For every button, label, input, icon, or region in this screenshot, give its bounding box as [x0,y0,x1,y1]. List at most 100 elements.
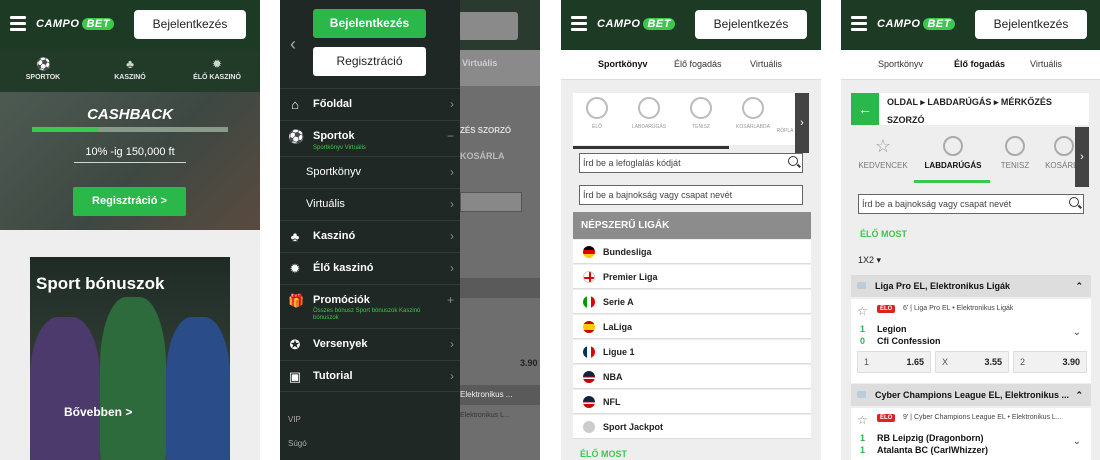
menu-item-home[interactable]: ⌂ Főoldal › [280,88,460,120]
category-favorites[interactable]: ☆ KEDVENCEK [853,136,913,170]
menu-item-promotions[interactable]: 🎁 Promóciók Összes bónusz Sport bónuszok… [280,284,460,328]
carousel-scroll [573,146,729,149]
basketball-icon [742,97,764,119]
header: CAMPO BET Bejelentkezés [0,0,260,50]
tab-elo-kaszino[interactable]: ✹ ÉLŐ KASZINÓ [174,50,260,92]
menu-item-tournaments[interactable]: ✪ Versenyek › [280,328,460,360]
odd-home[interactable]: 1 1.65 [857,351,931,373]
menu-item-sports[interactable]: ⚽ Sportok Sportkönyv Virtuális − [280,120,460,156]
athlete-image [100,297,166,460]
tab-elo-fogadas[interactable]: Élő fogadás [674,59,722,69]
league-ligue1[interactable]: Ligue 1 [573,340,811,364]
category-tennis[interactable]: TENISZ [985,136,1045,170]
register-button[interactable]: Regisztráció > [73,187,186,216]
hamburger-menu-icon[interactable] [10,16,26,31]
chevron-right-icon[interactable]: › [1075,127,1089,187]
league-header[interactable]: Liga Pro EL, Elektronikus Ligák ⌃ [851,275,1091,297]
tab-elo-fogadas[interactable]: Élő fogadás [954,59,1005,69]
athlete-image [166,317,230,460]
league-nba[interactable]: NBA [573,365,811,389]
login-button[interactable]: Bejelentkezés [134,10,246,39]
arrow-left-icon[interactable]: ← [851,93,879,125]
market-select[interactable]: 1X2 ▾ [858,255,881,266]
breadcrumb: ← OLDAL ▸ LABDARÚGÁS ▸ MÉRKŐZÉS SZORZÓ [851,93,1089,125]
menu-item-virtualis[interactable]: Virtuális › [280,188,460,220]
league-serie-a[interactable]: Serie A [573,290,811,314]
banner-subtitle: 10% -ig 150,000 ft [85,146,175,158]
tab-virtualis[interactable]: Virtuális [750,59,782,69]
flag-usa-icon [583,371,595,383]
chevron-down-icon[interactable]: ⌄ [1073,436,1081,447]
tab-sportkonyv[interactable]: Sportkönyv [598,59,648,69]
tab-sportok[interactable]: ⚽ SPORTOK [0,50,86,92]
header: CAMPO BET Bejelentkezés [561,0,821,50]
club-icon: ♣ [126,57,134,71]
menu-link-vip[interactable]: VIP [288,415,301,424]
active-tab-indicator [914,180,990,183]
logo[interactable]: CAMPO BET [597,18,675,32]
tutorial-icon: ▣ [288,369,302,384]
chevron-up-icon: ⌃ [1075,281,1083,291]
more-link[interactable]: Bővebben > [64,405,132,419]
odd-away[interactable]: 2 3.90 [1013,351,1087,373]
tennis-ball-icon [690,97,712,119]
live-badge: ÉLŐ [877,305,896,313]
league-premier[interactable]: Premier Liga [573,265,811,289]
logo[interactable]: CAMPO BET [877,18,955,32]
search-icon [1069,197,1079,207]
menu-item-tutorial[interactable]: ▣ Tutorial › [280,360,460,392]
chevron-right-icon: › [450,229,454,243]
chevron-down-icon[interactable]: ⌄ [1073,327,1081,338]
sport-basketball[interactable]: KOSÁRLABDA [729,97,777,130]
tab-kaszino[interactable]: ♣ KASZINÓ [87,50,173,92]
chevron-left-icon[interactable]: ‹ [290,34,296,55]
login-button[interactable]: Bejelentkezés [975,10,1087,39]
register-button[interactable]: Regisztráció [313,47,426,76]
sport-volleyball[interactable]: RÖPLA [775,97,795,134]
odd-draw[interactable]: X 3.55 [935,351,1009,373]
flag-england-icon [583,271,595,283]
chevron-right-icon: › [450,197,454,211]
league-bundesliga[interactable]: Bundesliga [573,240,811,264]
chevron-up-icon: ⌃ [1075,390,1083,400]
menu-link-help[interactable]: Súgó [288,439,307,448]
sport-tennis[interactable]: TENISZ [677,97,725,130]
roulette-icon: ✹ [211,57,223,71]
league-nfl[interactable]: NFL [573,390,811,414]
league-header[interactable]: Cyber Champions League EL, Elektronikus … [851,384,1091,406]
tennis-ball-icon [1005,136,1025,156]
star-icon[interactable]: ☆ [857,413,868,427]
chevron-right-icon: › [450,165,454,179]
soccer-ball-icon [943,136,963,156]
league-jackpot[interactable]: Sport Jackpot [573,415,811,439]
flag-germany-icon [583,246,595,258]
chevron-right-icon[interactable]: › [795,93,809,153]
league-laliga[interactable]: LaLiga [573,315,811,339]
expand-icon: + [446,293,454,307]
star-icon[interactable]: ☆ [857,304,868,318]
sport-football[interactable]: LABDARÚGÁS [625,97,673,130]
category-football[interactable]: LABDARÚGÁS [923,136,983,170]
login-button[interactable]: Bejelentkezés [313,9,426,38]
tab-sportkonyv[interactable]: Sportkönyv [878,59,923,69]
search-input[interactable]: Írd be a bajnokság vagy csapat nevét [579,185,803,205]
search-input[interactable]: Írd be a bajnokság vagy csapat nevét [858,194,1084,214]
tab-virtualis[interactable]: Virtuális [1030,59,1062,69]
logo[interactable]: CAMPO BET [36,18,114,32]
menu-item-live-casino[interactable]: ✹ Élő kaszinó › [280,252,460,284]
sport-live[interactable]: ÉLŐ [573,97,621,130]
jackpot-icon [583,421,595,433]
dimmed-background[interactable]: Virtuális ZÉS SZORZÓ KOSÁRLA 3.90 Elektr… [458,0,540,460]
sport-carousel: ÉLŐ LABDARÚGÁS TENISZ KOSÁRLABDA RÖPLA [573,93,795,145]
menu-item-sportkonyv[interactable]: Sportkönyv › [280,156,460,188]
login-button[interactable]: Bejelentkezés [695,10,807,39]
screen-football: CAMPO BET Bejelentkezés Sportkönyv Élő fo… [841,0,1100,460]
match-card[interactable]: ☆ ÉLŐ 6' | Liga Pro EL • Elektronikus Li… [851,299,1091,383]
match-card[interactable]: ☆ ÉLŐ 9' | Cyber Champions League EL • E… [851,408,1091,460]
divider [74,162,186,163]
sport-bonus-card[interactable]: Sport bónuszok Bővebben > [30,257,230,460]
menu-item-casino[interactable]: ♣ Kaszinó › [280,220,460,252]
booking-code-input[interactable]: Írd be a lefoglalás kódját [579,153,803,173]
hamburger-menu-icon[interactable] [851,16,867,31]
hamburger-menu-icon[interactable] [571,16,587,31]
